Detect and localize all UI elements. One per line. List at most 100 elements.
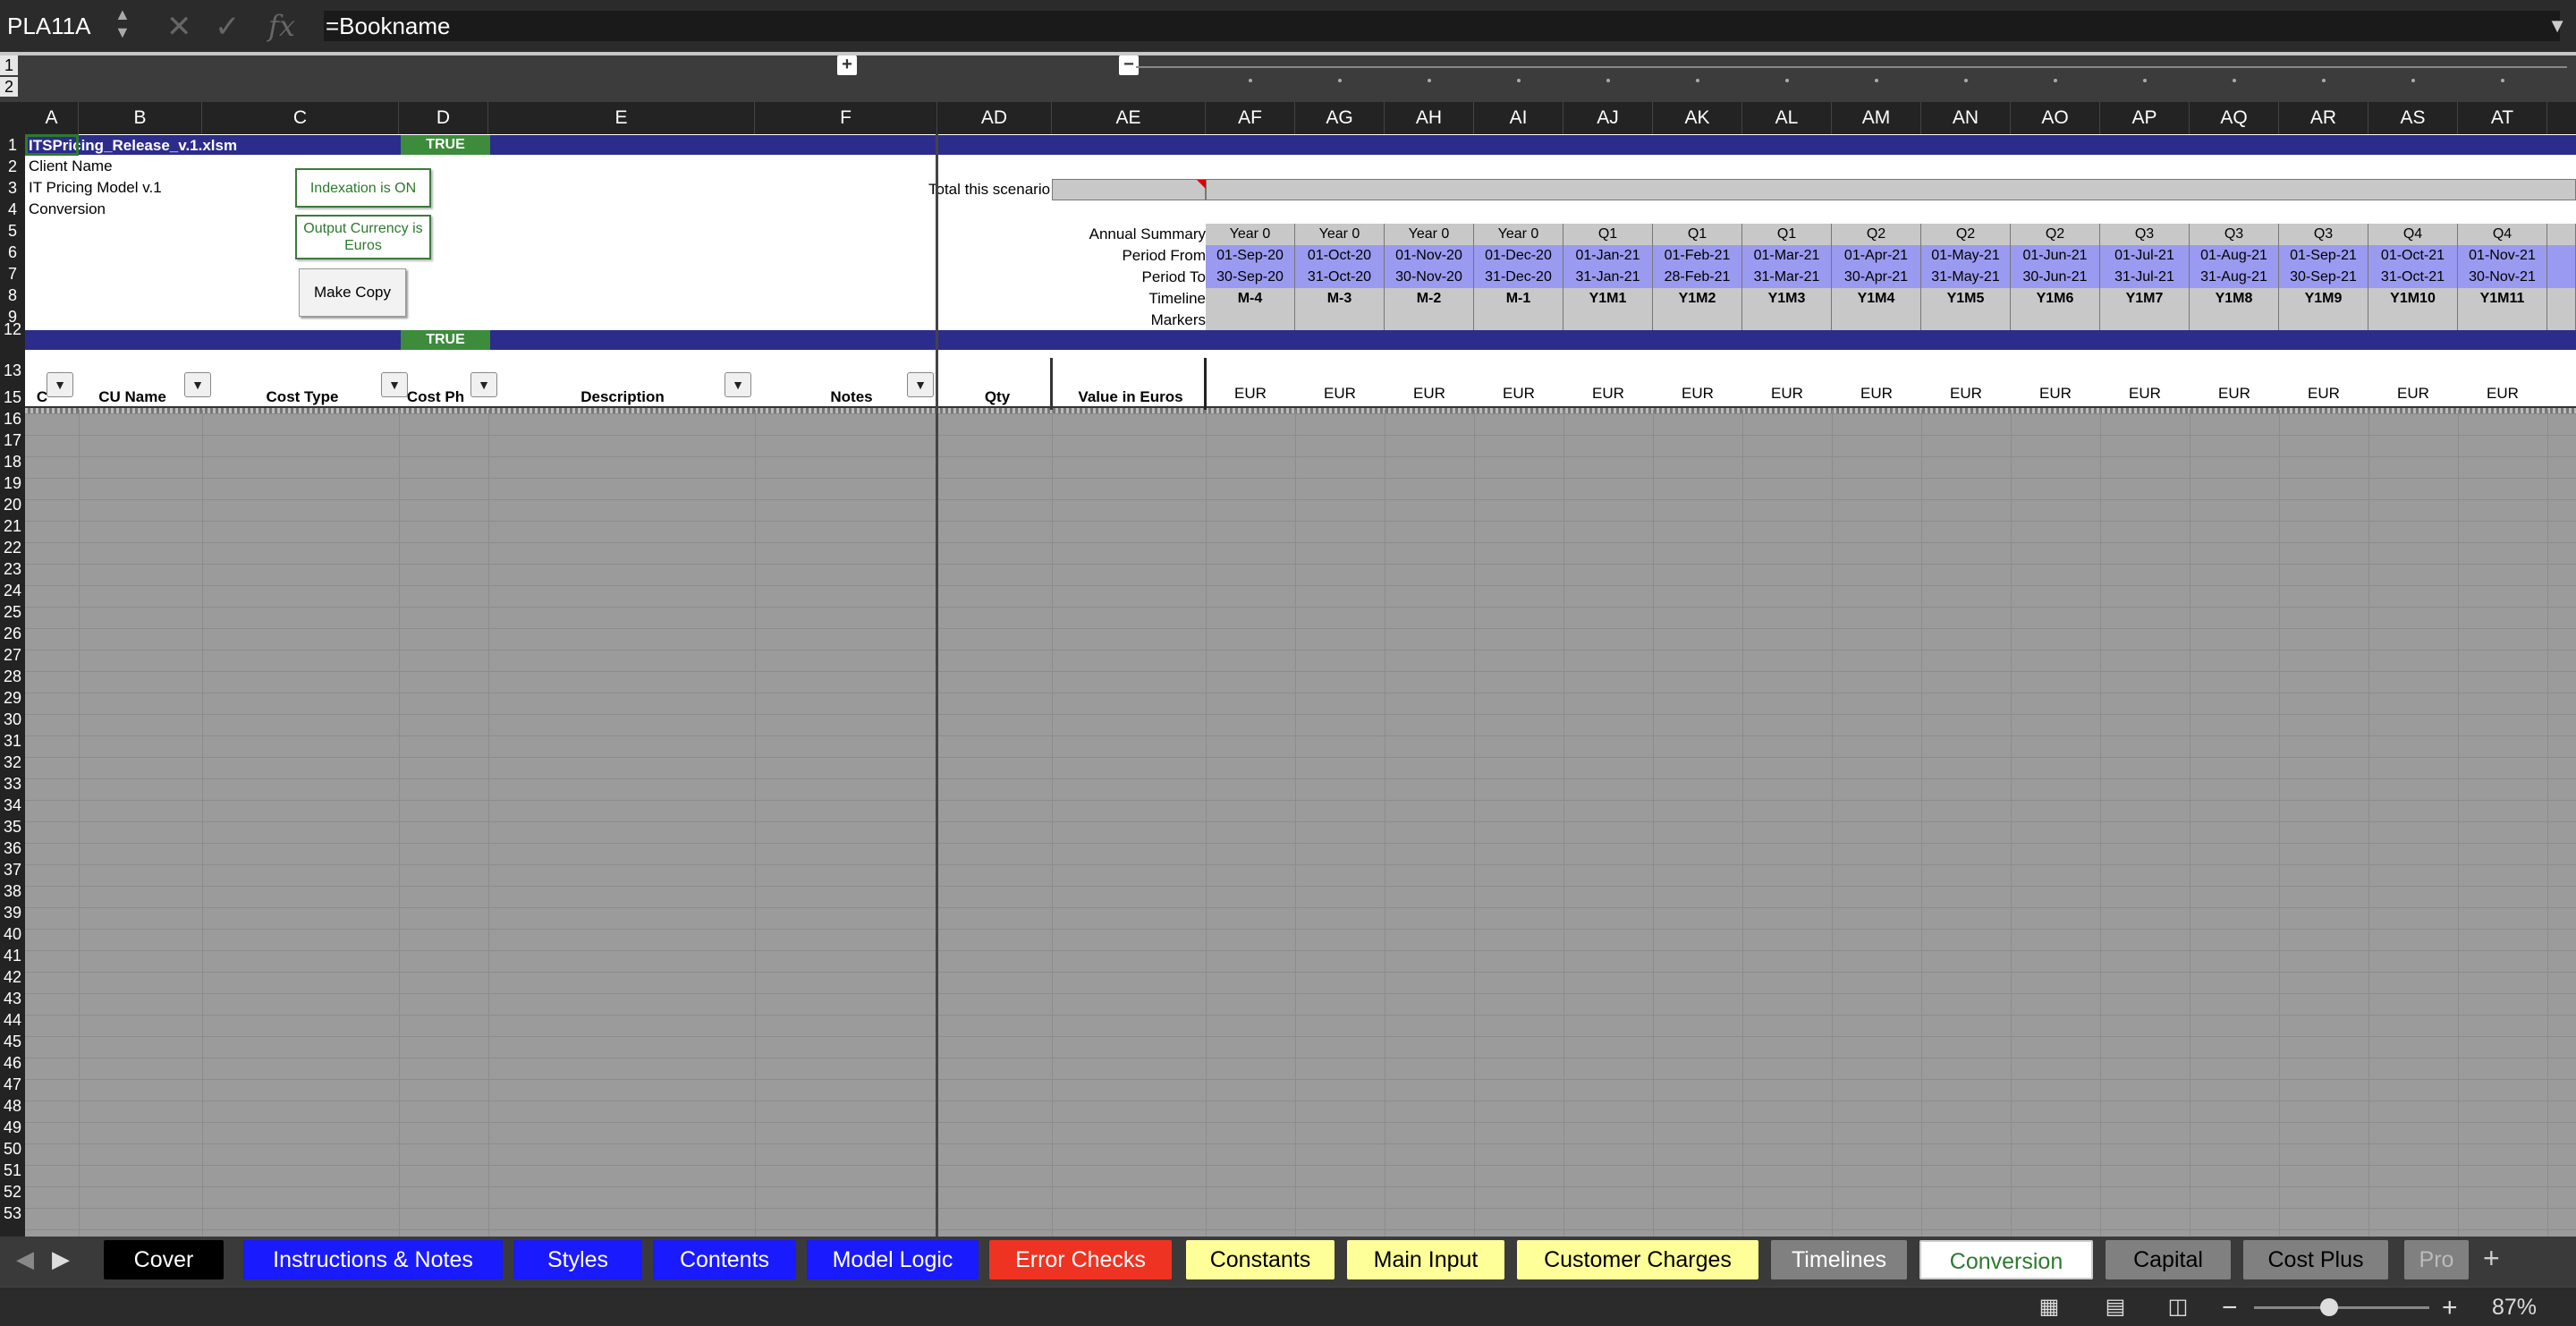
period-to-cell[interactable]: 30-Nov-20 [1385,267,1474,288]
zoom-level[interactable]: 87% [2492,1295,2537,1321]
column-header-b[interactable]: B [79,102,202,134]
column-header-ag[interactable]: AG [1295,102,1385,134]
annual-summary-cell[interactable]: Year 0 [1385,224,1474,245]
column-header-ak[interactable]: AK [1653,102,1742,134]
formula-input[interactable]: =Bookname [324,11,2560,41]
filter-dropdown-cost-phase[interactable]: ▼ [470,372,497,397]
sheet-tab-pro[interactable]: Pro [2404,1240,2469,1279]
row-header-34[interactable]: 34 [0,795,25,816]
column-header-f[interactable]: F [755,102,937,134]
zoom-out-icon[interactable]: − [2222,1293,2238,1323]
period-to-cell[interactable]: 28-Feb-21 [1653,267,1742,288]
annual-summary-cell[interactable]: Q2 [1921,224,2011,245]
filter-dropdown-notes[interactable]: ▼ [907,372,934,397]
sheet-tab-instructions-notes[interactable]: Instructions & Notes [243,1240,503,1279]
filter-dropdown-cu-name[interactable]: ▼ [184,372,211,397]
period-from-cell[interactable]: 01-Jul-21 [2100,245,2190,267]
outline-level-2-button[interactable]: 2 [0,77,18,97]
currency-unit-cell[interactable]: EUR [1474,383,1563,404]
row-header-26[interactable]: 26 [0,623,25,644]
markers-cell[interactable] [1742,310,1832,331]
section-true-flag-cell[interactable]: TRUE [401,330,490,350]
column-header-ai[interactable]: AI [1474,102,1563,134]
period-to-cell[interactable]: 31-Mar-21 [1742,267,1832,288]
sheet-tab-cost-plus[interactable]: Cost Plus [2243,1240,2388,1279]
row-header-22[interactable]: 22 [0,537,25,558]
period-to-cell[interactable]: 31-Jan-21 [1563,267,1653,288]
page-break-view-icon[interactable]: ◫ [2165,1295,2191,1320]
row-header-13[interactable]: 13 [0,360,25,381]
row-header-51[interactable]: 51 [0,1160,25,1181]
row-header-42[interactable]: 42 [0,966,25,988]
zoom-slider-knob[interactable] [2320,1298,2338,1316]
markers-cell[interactable] [1653,310,1742,331]
row-header-3[interactable]: 3 [0,177,25,199]
sheet-tab-capital[interactable]: Capital [2106,1240,2231,1279]
true-flag-cell[interactable]: TRUE [401,135,490,155]
markers-cell[interactable] [2190,310,2279,331]
sheet-tab-customer-charges[interactable]: Customer Charges [1517,1240,1758,1279]
markers-cell[interactable] [2458,310,2547,331]
row-header-7[interactable]: 7 [0,263,25,285]
currency-unit-cell[interactable]: EUR [1921,383,2011,404]
prev-sheet-icon[interactable]: ◀ [16,1245,34,1273]
markers-cell[interactable] [2100,310,2190,331]
currency-unit-cell[interactable]: EUR [1295,383,1385,404]
timeline-cell[interactable]: Y1M8 [2190,288,2279,310]
row-header-16[interactable]: 16 [0,408,25,429]
markers-cell[interactable] [2547,310,2576,331]
sheet-label-cell[interactable]: Conversion [29,199,106,220]
timeline-cell[interactable]: Y1M6 [2011,288,2100,310]
period-to-cell[interactable]: 30-Apr-21 [1832,267,1921,288]
row-header-35[interactable]: 35 [0,816,25,837]
period-from-cell[interactable]: 01-Nov-20 [1385,245,1474,267]
annual-summary-cell[interactable]: Q3 [2190,224,2279,245]
row-header-39[interactable]: 39 [0,902,25,923]
period-from-cell[interactable]: 01-Sep-21 [2279,245,2368,267]
column-header-d[interactable]: D [399,102,488,134]
markers-cell[interactable] [1563,310,1653,331]
markers-cell[interactable] [2011,310,2100,331]
expand-group-icon[interactable]: + [837,55,857,75]
row-header-18[interactable]: 18 [0,451,25,472]
period-to-cell[interactable]: 31-Dec-20 [1474,267,1563,288]
annual-summary-cell[interactable]: Q1 [1742,224,1832,245]
period-to-cell[interactable]: 30-Sep-21 [2279,267,2368,288]
column-header-c[interactable]: C [202,102,399,134]
cancel-icon[interactable]: ✕ [166,9,192,45]
column-header-am[interactable]: AM [1832,102,1921,134]
zoom-slider[interactable] [2254,1306,2429,1309]
markers-cell[interactable] [2368,310,2458,331]
row-header-25[interactable]: 25 [0,601,25,623]
timeline-cell[interactable]: Y1M7 [2100,288,2190,310]
row-header-29[interactable]: 29 [0,687,25,709]
period-from-cell[interactable]: 01-Feb-21 [1653,245,1742,267]
currency-unit-cell[interactable]: EUR [1832,383,1921,404]
currency-unit-cell[interactable]: EUR [2368,383,2458,404]
timeline-cell[interactable] [2547,288,2576,310]
currency-unit-cell[interactable]: EUR [2458,383,2547,404]
row-header-19[interactable]: 19 [0,472,25,494]
currency-unit-cell[interactable]: EUR [1206,383,1295,404]
markers-cell[interactable] [1295,310,1385,331]
row-header-50[interactable]: 50 [0,1138,25,1160]
timeline-cell[interactable]: Y1M3 [1742,288,1832,310]
period-from-cell[interactable] [2547,245,2576,267]
sheet-tab-cover[interactable]: Cover [104,1240,224,1279]
row-header-27[interactable]: 27 [0,644,25,666]
timeline-cell[interactable]: M-4 [1206,288,1295,310]
period-from-cell[interactable]: 01-Mar-21 [1742,245,1832,267]
row-header-20[interactable]: 20 [0,494,25,515]
timeline-cell[interactable]: M-3 [1295,288,1385,310]
row-header-33[interactable]: 33 [0,773,25,795]
row-header-17[interactable]: 17 [0,429,25,451]
row-header-36[interactable]: 36 [0,837,25,859]
collapse-group-icon[interactable]: − [1119,55,1139,75]
timeline-cell[interactable]: Y1M5 [1921,288,2011,310]
period-from-cell[interactable]: 01-Oct-20 [1295,245,1385,267]
currency-unit-cell[interactable]: EUR [2279,383,2368,404]
column-header-ah[interactable]: AH [1385,102,1474,134]
next-sheet-icon[interactable]: ▶ [52,1245,70,1273]
column-header-an[interactable]: AN [1921,102,2011,134]
row-header-46[interactable]: 46 [0,1052,25,1074]
